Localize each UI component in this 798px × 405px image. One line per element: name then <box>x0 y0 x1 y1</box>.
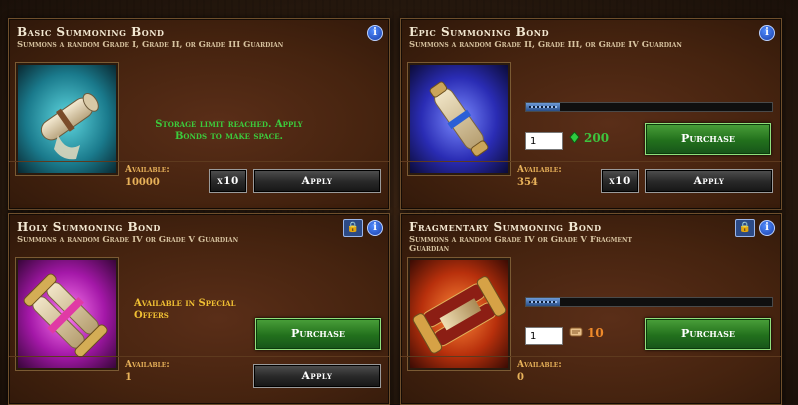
scroll-icon <box>18 260 116 368</box>
epic-bond-image <box>408 63 510 175</box>
card-description: Summons a random Grade II, Grade III, or… <box>409 40 682 50</box>
card-description: Summons a random Grade I, Grade II, or G… <box>17 40 284 50</box>
available-label: Available: <box>517 360 562 370</box>
divider <box>401 356 781 357</box>
epic-bond-card: Epic Summoning Bond Summons a random Gra… <box>400 18 782 210</box>
purchase-button[interactable]: Purchase <box>645 318 771 350</box>
card-title: Epic Summoning Bond <box>409 25 550 39</box>
price: 10 <box>569 326 604 340</box>
slider-handle[interactable] <box>526 298 560 306</box>
holy-bond-image <box>16 258 118 370</box>
card-description: Summons a random Grade IV or Grade V Gua… <box>17 235 239 245</box>
price-value: 10 <box>587 326 604 340</box>
card-description: Summons a random Grade IV or Grade V Fra… <box>409 235 632 254</box>
scroll-icon <box>410 260 508 368</box>
fragmentary-bond-card: Fragmentary Summoning Bond Summons a ran… <box>400 213 782 405</box>
quantity-input[interactable]: 1 <box>525 132 563 150</box>
available-label: Available: <box>125 165 170 175</box>
quantity-slider[interactable] <box>525 297 773 307</box>
apply-button[interactable]: Apply <box>253 169 381 193</box>
x10-button[interactable]: x10 <box>601 169 639 193</box>
scroll-token-icon <box>569 326 583 338</box>
storage-message: Storage limit reached. Apply Bonds to ma… <box>155 119 303 142</box>
info-icon[interactable]: i <box>759 220 775 236</box>
green-gem-icon <box>569 131 580 144</box>
divider <box>401 161 781 162</box>
apply-button[interactable]: Apply <box>645 169 773 193</box>
divider <box>9 356 389 357</box>
purchase-button[interactable]: Purchase <box>255 318 381 350</box>
info-icon[interactable]: i <box>759 25 775 41</box>
available-count: 10000 <box>125 177 160 188</box>
quantity-input[interactable]: 1 <box>525 327 563 345</box>
basic-bond-image <box>16 63 118 175</box>
holy-bond-card: Holy Summoning Bond Summons a random Gra… <box>8 213 390 405</box>
scroll-icon <box>410 65 508 173</box>
lock-icon[interactable]: 🔒 <box>343 219 363 237</box>
available-count: 1 <box>125 372 132 383</box>
purchase-button[interactable]: Purchase <box>645 123 771 155</box>
slider-handle[interactable] <box>526 103 560 111</box>
price-value: 200 <box>584 131 610 145</box>
info-icon[interactable]: i <box>367 220 383 236</box>
available-label: Available: <box>517 165 562 175</box>
divider <box>9 161 389 162</box>
card-title: Holy Summoning Bond <box>17 220 161 234</box>
scroll-icon <box>18 65 116 173</box>
available-count: 0 <box>517 372 524 383</box>
available-count: 354 <box>517 177 538 188</box>
fragmentary-bond-image <box>408 258 510 370</box>
quantity-slider[interactable] <box>525 102 773 112</box>
card-title: Fragmentary Summoning Bond <box>409 220 602 234</box>
card-title: Basic Summoning Bond <box>17 25 165 39</box>
lock-icon[interactable]: 🔒 <box>735 219 755 237</box>
info-icon[interactable]: i <box>367 25 383 41</box>
available-label: Available: <box>125 360 170 370</box>
x10-button[interactable]: x10 <box>209 169 247 193</box>
special-offers-text: Available in Special Offers <box>134 298 236 321</box>
price: 200 <box>569 131 609 145</box>
basic-bond-card: Basic Summoning Bond Summons a random Gr… <box>8 18 390 210</box>
apply-button[interactable]: Apply <box>253 364 381 388</box>
